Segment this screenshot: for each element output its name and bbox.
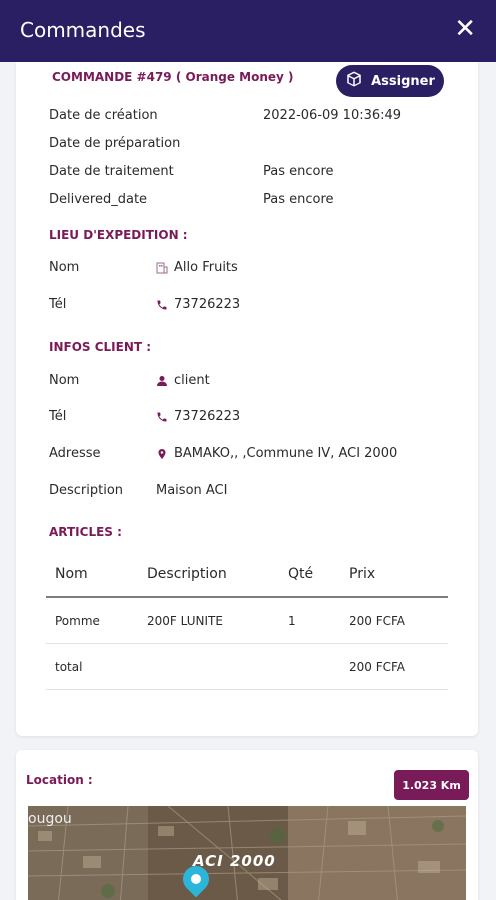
delivered-date-value: Pas encore <box>263 192 334 207</box>
client-tel[interactable]: 73726223 <box>156 409 240 424</box>
delivered-date-label: Delivered_date <box>49 192 148 207</box>
client-nom: client <box>156 373 210 388</box>
box-icon <box>345 70 363 92</box>
expedition-nom: Allo Fruits <box>156 260 238 275</box>
client-adresse-value: BAMAKO,, ,Commune IV, ACI 2000 <box>174 446 398 461</box>
expedition-nom-label: Nom <box>49 260 80 275</box>
client-description: Maison ACI <box>156 483 227 498</box>
row-divider <box>46 643 448 644</box>
article-prix: 200 FCFA <box>349 614 406 628</box>
order-title: COMMANDE #479 ( Orange Money ) <box>52 70 294 84</box>
articles-section-title: ARTICLES : <box>49 525 122 539</box>
page-title: Commandes <box>20 18 146 42</box>
total-label: total <box>55 660 83 674</box>
column-header-qte: Qté <box>288 566 314 582</box>
client-tel-label: Tél <box>49 409 67 424</box>
client-adresse-label: Adresse <box>49 446 101 461</box>
client-section-title: INFOS CLIENT : <box>49 340 152 354</box>
map-pin-icon <box>156 448 168 460</box>
map-town-label: ougou <box>28 811 72 827</box>
phone-icon <box>156 299 168 311</box>
client-nom-value: client <box>174 373 210 388</box>
row-divider <box>46 689 448 690</box>
location-label: Location : <box>26 773 93 787</box>
phone-icon <box>156 411 168 423</box>
client-adresse: BAMAKO,, ,Commune IV, ACI 2000 <box>156 446 397 461</box>
map-area-label: ACI 2000 <box>193 852 276 870</box>
building-icon <box>156 262 168 274</box>
date-creation-label: Date de création <box>49 108 158 123</box>
article-qte: 1 <box>288 614 296 628</box>
article-nom: Pomme <box>55 614 100 628</box>
column-header-nom: Nom <box>55 566 88 582</box>
assign-button-label: Assigner <box>371 73 435 89</box>
assign-button[interactable]: Assigner <box>336 65 444 97</box>
expedition-tel[interactable]: 73726223 <box>156 297 240 312</box>
client-nom-label: Nom <box>49 373 80 388</box>
column-header-description: Description <box>147 566 227 582</box>
expedition-nom-value: Allo Fruits <box>174 260 238 275</box>
client-tel-value: 73726223 <box>174 409 241 424</box>
date-creation-value: 2022-06-09 10:36:49 <box>263 108 402 123</box>
close-icon[interactable]: ✕ <box>454 14 476 44</box>
date-traitement-value: Pas encore <box>263 164 334 179</box>
distance-badge: 1.023 Km <box>394 770 469 800</box>
map-view[interactable]: ougou ACI 2000 <box>28 806 466 900</box>
expedition-section-title: LIEU D'EXPEDITION : <box>49 228 188 242</box>
expedition-tel-value: 73726223 <box>174 297 241 312</box>
column-header-prix: Prix <box>349 566 376 582</box>
date-traitement-label: Date de traitement <box>49 164 174 179</box>
article-description: 200F LUNITE <box>147 614 223 628</box>
order-card: COMMANDE #479 ( Orange Money ) Assigner … <box>16 62 478 736</box>
client-description-label: Description <box>49 483 124 498</box>
table-header-divider <box>46 596 448 598</box>
expedition-tel-label: Tél <box>49 297 67 312</box>
client-description-value: Maison ACI <box>156 483 228 498</box>
location-card: Location : 1.023 Km ougou ACI 2000 <box>16 750 478 900</box>
user-icon <box>156 375 168 387</box>
total-value: 200 FCFA <box>349 660 406 674</box>
app-header: Commandes ✕ <box>0 0 496 62</box>
date-preparation-label: Date de préparation <box>49 136 181 151</box>
